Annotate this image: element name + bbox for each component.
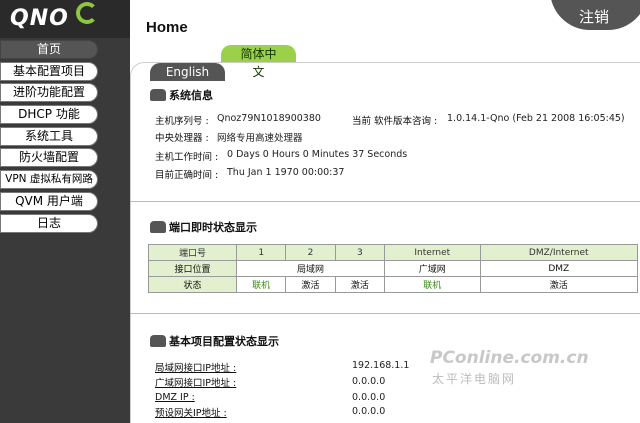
folder-icon [150,89,166,101]
table-row: 状态 联机 激活 激活 联机 激活 [148,276,638,293]
watermark-subtext: 太平洋电脑网 [432,372,517,386]
table-header-cell: 1 [235,244,287,261]
firmware-label: 当前 软件版本咨询 : [352,116,438,127]
gateway-ip-value: 0.0.0.0 [352,406,386,417]
port-status-heading: 端口即时状态显示 [150,219,257,235]
system-info-heading: 系统信息 [150,87,213,103]
table-row: 端口号 1 2 3 Internet DMZ/Internet [148,244,638,261]
port-status-table: 端口号 1 2 3 Internet DMZ/Internet 接口位置 局域网… [148,244,638,293]
time-row: 目前正确时间 : Thu Jan 1 1970 00:00:37 [155,167,344,181]
table-row: 接口位置 局域网 广域网 DMZ [148,260,638,277]
cpu-value: 网络专用高速处理器 [217,133,303,144]
sidebar-item-advanced[interactable]: 进阶功能配置 [0,83,98,103]
table-header-cell: DMZ/Internet [479,244,638,261]
uptime-row: 主机工作时间 : 0 Days 0 Hours 0 Minutes 37 Sec… [155,149,407,163]
dmz-ip-value: 0.0.0.0 [352,392,386,403]
sidebar-item-qvm[interactable]: QVM 用户端 [0,191,98,211]
wan-ip-value: 0.0.0.0 [352,376,386,387]
table-cell-link[interactable]: 联机 [384,276,481,293]
table-cell: 激活 [285,276,336,293]
main-content: Home 注销 English简体中文 系统信息 主机序列号 : Qnoz79N… [130,0,640,423]
table-cell: 状态 [148,276,237,293]
table-header-cell: 3 [334,244,386,261]
uptime-value: 0 Days 0 Hours 0 Minutes 37 Seconds [227,149,408,160]
lan-ip-label[interactable]: 局域网接口IP地址 : [155,360,236,374]
time-label: 目前正确时间 : [155,170,219,181]
time-value: Thu Jan 1 1970 00:00:37 [227,167,345,178]
logo-swirl-icon [76,2,98,24]
page-title: Home [146,19,188,36]
sidebar-item-dhcp[interactable]: DHCP 功能 [0,105,98,125]
folder-icon [150,335,166,347]
serial-value: Qnoz79N1018900380 [217,113,321,124]
gateway-ip-label[interactable]: 预设网关IP地址 : [155,405,227,419]
table-cell-link[interactable]: 联机 [235,276,287,293]
table-cell: 激活 [479,276,638,293]
basic-config-heading: 基本项目配置状态显示 [150,333,279,349]
table-cell: 激活 [334,276,386,293]
sidebar-item-basic-config[interactable]: 基本配置项目 [0,61,98,81]
divider [130,313,640,314]
table-header-cell: Internet [384,244,481,261]
watermark-text: PConline.com.cn [430,348,589,368]
firmware-row: 当前 软件版本咨询 : 1.0.14.1-Qno (Feb 21 2008 16… [352,113,625,127]
sidebar-item-firewall[interactable]: 防火墙配置 [0,148,98,168]
folder-icon [150,221,166,233]
uptime-label: 主机工作时间 : [155,152,219,163]
divider [130,201,640,202]
port-status-title: 端口即时状态显示 [169,221,257,234]
sidebar-item-log[interactable]: 日志 [0,213,98,233]
table-header-cell: 端口号 [148,244,237,261]
tab-chinese[interactable]: 简体中文 [221,45,296,79]
logo-text: QNO [10,6,69,31]
left-panel: QNO 首页 基本配置项目 进阶功能配置 DHCP 功能 系统工具 防火墙配置 … [0,0,130,423]
sidebar-menu: 首页 基本配置项目 进阶功能配置 DHCP 功能 系统工具 防火墙配置 VPN … [0,40,100,235]
brand-logo: QNO [0,0,130,38]
cpu-row: 中央处理器 : 网络专用高速处理器 [155,130,303,144]
table-cell: DMZ [479,260,638,277]
table-cell: 局域网 [235,260,386,277]
basic-config-title: 基本项目配置状态显示 [169,335,279,348]
table-header-cell: 2 [285,244,336,261]
sidebar-item-home[interactable]: 首页 [0,40,98,59]
logout-button[interactable]: 注销 [550,0,640,30]
serial-label: 主机序列号 : [155,116,209,127]
cpu-label: 中央处理器 : [155,133,209,144]
serial-row: 主机序列号 : Qnoz79N1018900380 [155,113,321,127]
dmz-ip-label[interactable]: DMZ IP : [155,392,195,403]
sidebar-item-system-tools[interactable]: 系统工具 [0,126,98,146]
lan-ip-value: 192.168.1.1 [352,360,410,371]
system-info-title: 系统信息 [169,89,213,102]
wan-ip-label[interactable]: 广域网接口IP地址 : [155,375,236,389]
firmware-value: 1.0.14.1-Qno (Feb 21 2008 16:05:45) [447,113,625,124]
sidebar-item-vpn[interactable]: VPN 虚拟私有网路 [0,170,98,190]
table-cell: 广域网 [384,260,481,277]
table-cell: 接口位置 [148,260,237,277]
